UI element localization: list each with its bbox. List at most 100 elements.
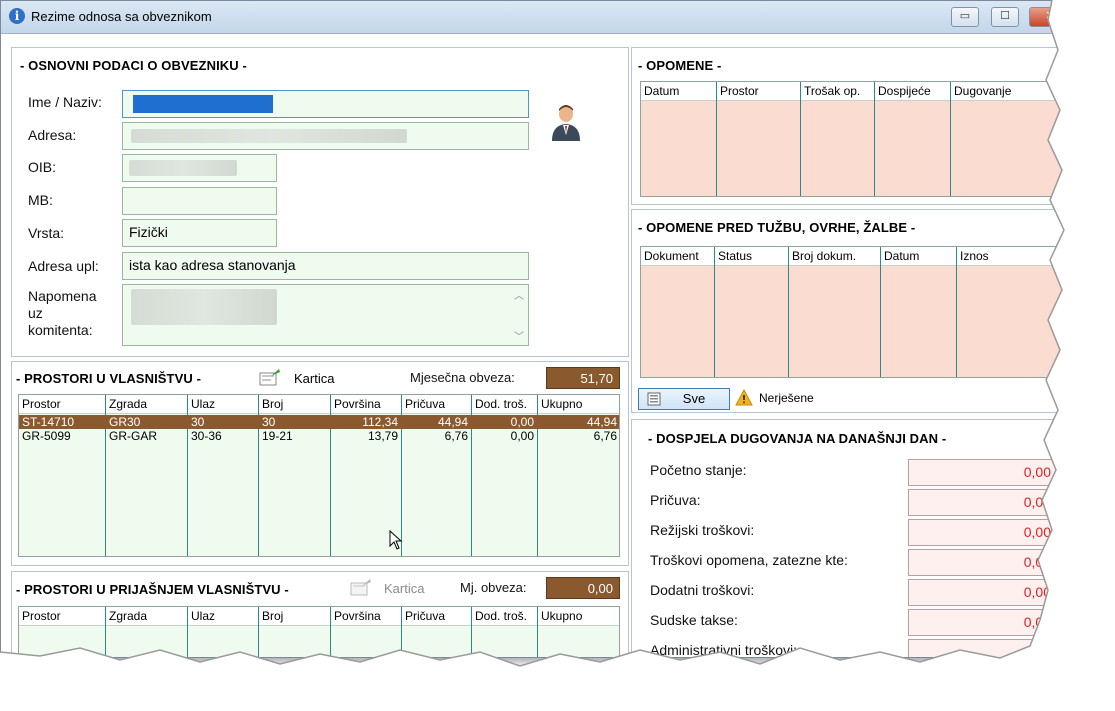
- debt-value: 0,00: [908, 609, 1058, 636]
- person-icon: [552, 105, 580, 141]
- lawsuits-column-dokument[interactable]: Dokument: [644, 249, 699, 263]
- address-redacted: [131, 129, 407, 143]
- cell-povrsina: 112,34: [362, 415, 398, 429]
- lawsuits-column-datum[interactable]: Datum: [884, 249, 919, 263]
- mouse-cursor-icon: [389, 530, 403, 550]
- cell-povrsina: 13,79: [367, 429, 398, 443]
- previous-properties-title: - PROSTORI U PRIJAŠNJEM VLASNIŠTVU -: [16, 582, 289, 597]
- cell-ulaz: 30: [191, 415, 205, 429]
- prev-column-header-pricuva[interactable]: Pričuva: [405, 609, 445, 623]
- column-header-ulaz[interactable]: Ulaz: [191, 397, 215, 411]
- debt-label: Režijski troškovi:: [650, 522, 755, 538]
- cell-ulaz: 30-36: [191, 429, 222, 443]
- previous-properties-grid[interactable]: Prostor Zgrada Ulaz Broj Površina Pričuv…: [18, 606, 620, 657]
- mb-field[interactable]: [122, 187, 277, 215]
- reminders-panel: - OPOMENE - Datum Prostor Trošak op. Dos…: [631, 47, 1063, 205]
- oib-label: OIB:: [28, 159, 57, 175]
- window-title: Rezime odnosa sa obveznikom: [31, 9, 212, 24]
- name-selection: [133, 95, 273, 113]
- prev-column-header-dod-tros[interactable]: Dod. troš.: [475, 609, 527, 623]
- debt-value: 0,00: [908, 459, 1058, 486]
- debts-title: - DOSPJELA DUGOVANJA NA DANAŠNJI DAN -: [648, 431, 947, 446]
- address-field[interactable]: [122, 122, 529, 150]
- debt-label: Sudske takse:: [650, 612, 738, 628]
- table-row[interactable]: GR-5099 GR-GAR 30-36 19-21 13,79 6,76 0,…: [19, 429, 619, 443]
- card-button[interactable]: Kartica: [294, 371, 334, 386]
- monthly-obligation-label: Mjesečna obveza:: [410, 370, 515, 385]
- debt-label: Troškovi opomena, zatezne kte:: [650, 552, 848, 568]
- main-window: i Rezime odnosa sa obveznikom ▭ ☐ ✕ - OS…: [0, 0, 1064, 658]
- lawsuits-title: - OPOMENE PRED TUŽBU, OVRHE, ŽALBE -: [638, 220, 916, 235]
- reminders-column-datum[interactable]: Datum: [644, 84, 679, 98]
- oib-field[interactable]: [122, 154, 277, 182]
- note-scroll-up-icon[interactable]: ︿: [514, 287, 524, 302]
- cell-pricuva: 6,76: [444, 429, 468, 443]
- pay-address-field[interactable]: ista kao adresa stanovanja: [122, 252, 529, 280]
- type-field[interactable]: Fizički: [122, 219, 277, 247]
- debt-value: 0,00: [908, 519, 1058, 546]
- prev-column-header-prostor[interactable]: Prostor: [22, 609, 61, 623]
- column-header-dod-tros[interactable]: Dod. troš.: [475, 397, 527, 411]
- column-header-zgrada[interactable]: Zgrada: [109, 397, 147, 411]
- lawsuits-column-iznos[interactable]: Iznos: [960, 249, 989, 263]
- lawsuits-grid[interactable]: Dokument Status Broj dokum. Datum Iznos: [640, 246, 1063, 378]
- title-bar[interactable]: i Rezime odnosa sa obveznikom ▭ ☐ ✕: [1, 1, 1063, 34]
- card-icon-disabled: [350, 579, 371, 596]
- basic-info-title: - OSNOVNI PODACI O OBVEZNIKU -: [20, 58, 247, 73]
- card-icon[interactable]: [259, 368, 281, 386]
- debt-value: 0,00: [908, 549, 1058, 576]
- column-header-prostor[interactable]: Prostor: [22, 397, 61, 411]
- debt-label: Pričuva:: [650, 492, 701, 508]
- prev-column-header-ukupno[interactable]: Ukupno: [541, 609, 582, 623]
- prev-column-header-zgrada[interactable]: Zgrada: [109, 609, 147, 623]
- properties-grid[interactable]: Prostor Zgrada Ulaz Broj Površina Pričuv…: [18, 394, 620, 557]
- oib-redacted: [129, 160, 237, 176]
- properties-panel: - PROSTORI U VLASNIŠTVU - Kartica Mjeseč…: [11, 361, 629, 566]
- prev-monthly-label: Mj. obveza:: [460, 580, 527, 595]
- unresolved-label[interactable]: Nerješene: [759, 391, 814, 405]
- reminders-column-trosak[interactable]: Trošak op.: [804, 84, 860, 98]
- info-icon: i: [9, 8, 25, 24]
- debt-value: [908, 639, 1058, 657]
- card-button-disabled[interactable]: Kartica: [384, 581, 424, 596]
- prev-column-header-povrsina[interactable]: Površina: [334, 609, 381, 623]
- reminders-column-prostor[interactable]: Prostor: [720, 84, 759, 98]
- table-row-selected[interactable]: ST-14710 GR30 30 30 112,34 44,94 0,00 44…: [19, 415, 619, 429]
- show-all-label: Sve: [682, 391, 706, 406]
- cell-dod-tros: 0,00: [510, 429, 534, 443]
- column-header-pricuva[interactable]: Pričuva: [405, 397, 445, 411]
- column-header-broj[interactable]: Broj: [262, 397, 283, 411]
- cell-broj: 30: [262, 415, 276, 429]
- maximize-button[interactable]: ☐: [991, 7, 1019, 27]
- reminders-grid[interactable]: Datum Prostor Trošak op. Dospijeće Dugov…: [640, 81, 1063, 197]
- note-scroll-down-icon[interactable]: ﹀: [514, 328, 524, 343]
- mb-label: MB:: [28, 192, 53, 208]
- basic-info-panel: - OSNOVNI PODACI O OBVEZNIKU - Ime / Naz…: [11, 47, 629, 357]
- prev-column-header-broj[interactable]: Broj: [262, 609, 283, 623]
- debts-panel: - DOSPJELA DUGOVANJA NA DANAŠNJI DAN - P…: [631, 419, 1063, 658]
- debt-label: Administrativni troškovi:: [650, 642, 798, 658]
- lawsuits-column-status[interactable]: Status: [718, 249, 752, 263]
- prev-monthly-value: 0,00: [546, 577, 620, 599]
- prev-column-header-ulaz[interactable]: Ulaz: [191, 609, 215, 623]
- column-header-ukupno[interactable]: Ukupno: [541, 397, 582, 411]
- name-label: Ime / Naziv:: [28, 94, 102, 110]
- reminders-title: - OPOMENE -: [638, 58, 722, 73]
- column-header-povrsina[interactable]: Površina: [334, 397, 381, 411]
- lawsuits-column-broj[interactable]: Broj dokum.: [792, 249, 856, 263]
- reminders-column-dugovanje[interactable]: Dugovanje: [954, 84, 1011, 98]
- cell-pricuva: 44,94: [437, 415, 468, 429]
- reminders-column-dospijece[interactable]: Dospijeće: [878, 84, 931, 98]
- cell-ukupno: 6,76: [593, 429, 617, 443]
- minimize-button[interactable]: ▭: [951, 7, 979, 27]
- note-redacted: [131, 289, 277, 325]
- note-field[interactable]: ︿ ﹀: [122, 284, 529, 346]
- properties-title: - PROSTORI U VLASNIŠTVU -: [16, 371, 201, 386]
- cell-prostor: ST-14710: [22, 415, 75, 429]
- pay-address-label: Adresa upl:: [28, 258, 99, 274]
- show-all-button[interactable]: Sve: [638, 388, 730, 410]
- name-field[interactable]: [122, 90, 529, 118]
- close-button[interactable]: ✕: [1029, 7, 1063, 27]
- debt-value: 0,00: [908, 489, 1058, 516]
- lawsuits-panel: - OPOMENE PRED TUŽBU, OVRHE, ŽALBE - Dok…: [631, 209, 1063, 413]
